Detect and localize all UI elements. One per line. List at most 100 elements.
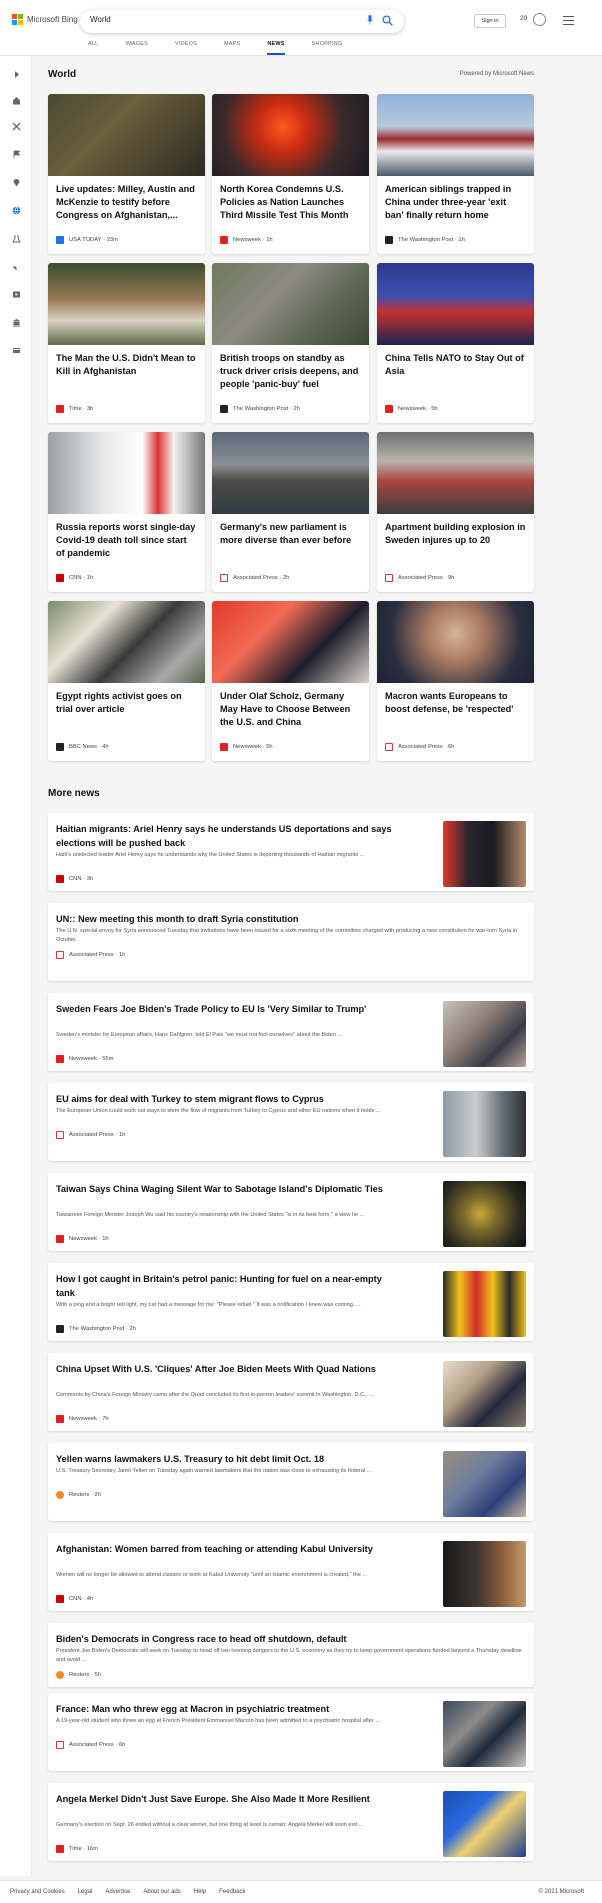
more-news-title[interactable]: How I got caught in Britain's petrol pan… — [56, 1273, 396, 1300]
tab-maps[interactable]: MAPS — [224, 41, 240, 55]
bing-logo[interactable]: Microsoft Bing — [12, 14, 78, 25]
tab-videos[interactable]: VIDEOS — [175, 41, 197, 55]
footer-link-advertise[interactable]: Advertise — [105, 1889, 130, 1895]
news-card[interactable]: Macron wants Europeans to boost defense,… — [377, 601, 534, 761]
more-news-item[interactable]: How I got caught in Britain's petrol pan… — [48, 1263, 534, 1341]
search-icon[interactable] — [382, 15, 393, 26]
more-news-thumbnail[interactable] — [443, 1451, 526, 1517]
more-news-thumbnail[interactable] — [443, 821, 526, 887]
expand-icon[interactable] — [10, 68, 22, 80]
entertainment-icon[interactable] — [10, 288, 22, 300]
sports-icon[interactable] — [10, 120, 22, 132]
news-card-image[interactable] — [212, 263, 369, 345]
footer-link-privacy-and-cookies[interactable]: Privacy and Cookies — [10, 1889, 65, 1895]
more-news-thumbnail[interactable] — [443, 1001, 526, 1067]
more-news-title[interactable]: Taiwan Says China Waging Silent War to S… — [56, 1183, 396, 1197]
tab-images[interactable]: IMAGES — [125, 41, 148, 55]
more-news-title[interactable]: UN:: New meeting this month to draft Syr… — [56, 913, 526, 927]
globe-icon[interactable] — [10, 204, 22, 216]
news-card-image[interactable] — [212, 94, 369, 176]
tab-all[interactable]: ALL — [88, 41, 98, 55]
more-news-title[interactable]: France: Man who threw egg at Macron in p… — [56, 1703, 396, 1717]
news-card-image[interactable] — [377, 601, 534, 683]
more-news-title[interactable]: Biden's Democrats in Congress race to he… — [56, 1633, 526, 1647]
news-card-image[interactable] — [377, 432, 534, 514]
news-card[interactable]: Russia reports worst single-day Covid-19… — [48, 432, 205, 592]
more-news-thumbnail[interactable] — [443, 1181, 526, 1247]
more-news-thumbnail[interactable] — [443, 1271, 526, 1337]
news-card-image[interactable] — [377, 263, 534, 345]
news-card[interactable]: American siblings trapped in China under… — [377, 94, 534, 254]
more-news-item[interactable]: China Upset With U.S. 'Cliques' After Jo… — [48, 1353, 534, 1431]
news-card-title[interactable]: China Tells NATO to Stay Out of Asia — [385, 352, 526, 378]
news-card-title[interactable]: Apartment building explosion in Sweden i… — [385, 521, 526, 547]
footer-link-about-our-ads[interactable]: About our ads — [143, 1889, 180, 1895]
news-card[interactable]: Germany's new parliament is more diverse… — [212, 432, 369, 592]
hamburger-menu-icon[interactable] — [563, 16, 574, 25]
news-card[interactable]: The Man the U.S. Didn't Mean to Kill in … — [48, 263, 205, 423]
more-news-thumbnail[interactable] — [443, 1361, 526, 1427]
more-news-item[interactable]: UN:: New meeting this month to draft Syr… — [48, 903, 534, 981]
more-news-item[interactable]: EU aims for deal with Turkey to stem mig… — [48, 1083, 534, 1161]
home-icon[interactable] — [10, 94, 22, 106]
news-card[interactable]: China Tells NATO to Stay Out of Asia News… — [377, 263, 534, 423]
news-card-image[interactable] — [48, 601, 205, 683]
more-news-title[interactable]: Haitian migrants: Ariel Henry says he un… — [56, 823, 396, 850]
more-news-thumbnail[interactable] — [443, 1541, 526, 1607]
news-card-image[interactable] — [48, 94, 205, 176]
more-news-item[interactable]: Taiwan Says China Waging Silent War to S… — [48, 1173, 534, 1251]
more-news-title[interactable]: EU aims for deal with Turkey to stem mig… — [56, 1093, 396, 1107]
news-card-image[interactable] — [48, 263, 205, 345]
tab-shopping[interactable]: SHOPPING — [312, 41, 343, 55]
tab-news[interactable]: NEWS — [267, 41, 285, 55]
news-card-title[interactable]: North Korea Condemns U.S. Policies as Na… — [220, 183, 361, 223]
news-card-title[interactable]: British troops on standby as truck drive… — [220, 352, 361, 392]
footer-link-help[interactable]: Help — [194, 1889, 206, 1895]
more-news-item[interactable]: Sweden Fears Joe Biden's Trade Policy to… — [48, 993, 534, 1071]
more-news-thumbnail[interactable] — [443, 1091, 526, 1157]
news-card-title[interactable]: Egypt rights activist goes on trial over… — [56, 690, 197, 716]
news-card-title[interactable]: Live updates: Milley, Austin and McKenzi… — [56, 183, 197, 223]
more-news-title[interactable]: Yellen warns lawmakers U.S. Treasury to … — [56, 1453, 396, 1467]
footer-link-legal[interactable]: Legal — [78, 1889, 93, 1895]
news-card[interactable]: North Korea Condemns U.S. Policies as Na… — [212, 94, 369, 254]
news-card[interactable]: Egypt rights activist goes on trial over… — [48, 601, 205, 761]
more-news-item[interactable]: Haitian migrants: Ariel Henry says he un… — [48, 813, 534, 891]
news-card-image[interactable] — [212, 601, 369, 683]
search-box[interactable]: World — [80, 10, 404, 33]
more-news-item[interactable]: Afghanistan: Women barred from teaching … — [48, 1533, 534, 1611]
rocket-icon[interactable] — [10, 260, 22, 272]
news-card-title[interactable]: The Man the U.S. Didn't Mean to Kill in … — [56, 352, 197, 378]
search-input[interactable]: World — [90, 15, 111, 24]
news-card-title[interactable]: Under Olaf Scholz, Germany May Have to C… — [220, 690, 361, 730]
more-news-thumbnail[interactable] — [443, 1791, 526, 1857]
more-news-title[interactable]: Afghanistan: Women barred from teaching … — [56, 1543, 396, 1557]
card-icon[interactable] — [10, 344, 22, 356]
location-icon[interactable] — [10, 176, 22, 188]
more-news-title[interactable]: Sweden Fears Joe Biden's Trade Policy to… — [56, 1003, 396, 1017]
more-news-thumbnail[interactable] — [443, 1701, 526, 1767]
microphone-icon[interactable] — [367, 15, 373, 25]
sign-in-button[interactable]: Sign in — [474, 14, 506, 28]
news-card-image[interactable] — [48, 432, 205, 514]
news-card[interactable]: British troops on standby as truck drive… — [212, 263, 369, 423]
news-card[interactable]: Apartment building explosion in Sweden i… — [377, 432, 534, 592]
news-card[interactable]: Live updates: Milley, Austin and McKenzi… — [48, 94, 205, 254]
news-card-title[interactable]: American siblings trapped in China under… — [385, 183, 526, 223]
news-card-image[interactable] — [377, 94, 534, 176]
more-news-item[interactable]: France: Man who threw egg at Macron in p… — [48, 1693, 534, 1771]
rewards-count[interactable]: 20 — [520, 15, 527, 22]
science-icon[interactable] — [10, 232, 22, 244]
more-news-title[interactable]: China Upset With U.S. 'Cliques' After Jo… — [56, 1363, 396, 1377]
more-news-item[interactable]: Biden's Democrats in Congress race to he… — [48, 1623, 534, 1687]
news-card-image[interactable] — [212, 432, 369, 514]
news-card-title[interactable]: Germany's new parliament is more diverse… — [220, 521, 361, 547]
news-card-title[interactable]: Macron wants Europeans to boost defense,… — [385, 690, 526, 716]
more-news-item[interactable]: Yellen warns lawmakers U.S. Treasury to … — [48, 1443, 534, 1521]
news-card[interactable]: Under Olaf Scholz, Germany May Have to C… — [212, 601, 369, 761]
rewards-medal-icon[interactable] — [533, 13, 546, 26]
news-card-title[interactable]: Russia reports worst single-day Covid-19… — [56, 521, 197, 561]
more-news-title[interactable]: Angela Merkel Didn't Just Save Europe. S… — [56, 1793, 396, 1807]
footer-link-feedback[interactable]: Feedback — [219, 1889, 245, 1895]
flag-icon[interactable] — [10, 148, 22, 160]
